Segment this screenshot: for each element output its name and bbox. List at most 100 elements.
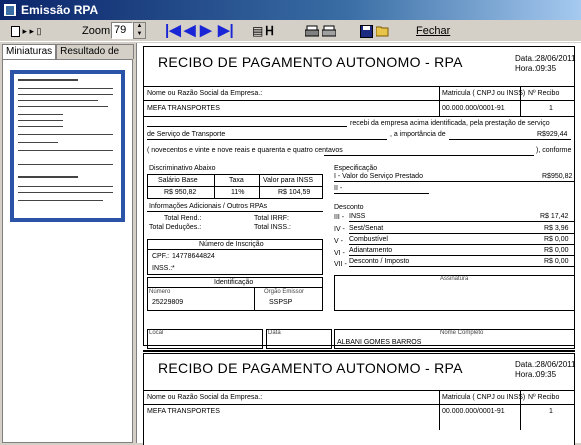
data-label: Data: [268, 330, 281, 336]
zoom-input[interactable]: 79: [111, 22, 133, 39]
page-layout-icon[interactable]: [10, 25, 20, 37]
close-button[interactable]: Fechar: [416, 23, 450, 39]
app-icon: [3, 3, 17, 17]
valor-inss-value: R$ 104,59: [278, 189, 311, 196]
desc-label: Adiantamento: [349, 247, 393, 254]
receipt-number: 1: [549, 105, 553, 112]
total-rend-label: Total Rend.:: [164, 215, 202, 222]
orgao-label: Orgão Emissor: [264, 289, 305, 295]
col-taxa: Taxa: [229, 177, 244, 184]
open-folder-icon[interactable]: [376, 23, 390, 39]
desc-label: INSS: [349, 213, 366, 220]
desc-value: R$ 0,00: [544, 236, 569, 243]
numero-label: Número: [149, 289, 171, 295]
date-value: 28/06/2011: [536, 54, 576, 63]
local-label: Local: [149, 330, 164, 336]
desc-n: IV -: [334, 226, 345, 233]
window-titlebar: Emissão RPA: [0, 0, 581, 20]
next-page-icon[interactable]: ▶: [200, 23, 212, 39]
spec1-label: I - Valor do Serviço Prestado: [334, 173, 423, 180]
desc-n: V -: [334, 238, 343, 245]
company-cnpj: 00.000.000/0001-91: [442, 408, 505, 415]
page-separator: [143, 350, 575, 352]
company-name: MEFA TRANSPORTES: [147, 105, 220, 112]
desc-value: R$ 0,00: [544, 258, 569, 265]
receipt-page: RECIBO DE PAGAMENTO AUTONOMO - RPA Data.…: [143, 353, 575, 445]
total-deducoes-label: Total Deduções.:: [149, 224, 202, 231]
date-label: Data.:: [515, 360, 537, 369]
company-name: MEFA TRANSPORTES: [147, 408, 220, 415]
total-irrf-label: Total IRRF:: [254, 215, 290, 222]
save-icon[interactable]: [360, 23, 373, 39]
desc-label: Sest/Senat: [349, 225, 384, 232]
time-value: 09:35: [536, 370, 557, 379]
desc-label: Desconto / Imposto: [349, 258, 410, 265]
zoom-spinner[interactable]: ▲ ▼: [133, 22, 146, 39]
cpf-value: 14778644824: [172, 253, 215, 260]
last-page-icon[interactable]: ▶|: [218, 23, 234, 39]
thumbnail-pane: Miniaturas Resultado de busca: [0, 43, 134, 443]
thumbnail-list[interactable]: [2, 59, 133, 443]
spec1-value: R$950,82: [542, 173, 573, 180]
inss-label: INSS.:: [152, 265, 173, 272]
desc-value: R$ 3,96: [544, 225, 569, 232]
spin-up-icon[interactable]: ▲: [134, 23, 145, 31]
page-thumbnail[interactable]: [10, 70, 125, 222]
signature-label: Assinatura: [440, 276, 469, 282]
binoculars-icon[interactable]: ᕼ: [265, 23, 274, 39]
received-text: recebi da empresa acima identificada, pe…: [350, 120, 550, 127]
company-cnpj: 00.000.000/0001-91: [442, 105, 505, 112]
receipt-number: 1: [549, 408, 553, 415]
amount-value: R$929,44: [537, 131, 568, 138]
desc-label: Combustível: [349, 236, 388, 243]
col-valor-inss: Valor para INSS: [263, 177, 314, 184]
receipt-title: RECIBO DE PAGAMENTO AUTONOMO - RPA: [158, 54, 463, 70]
time-value: 09:35: [536, 64, 557, 73]
find-icon[interactable]: ▤: [252, 23, 263, 39]
time-label: Hora.:: [515, 370, 537, 379]
previous-page-icon[interactable]: ◀: [184, 23, 196, 39]
receipt-number-header: Nº Recibo: [528, 90, 560, 97]
conforme-text: ), conforme: [536, 147, 572, 154]
page-layout-buttons[interactable]: ▸ ▸ ▯: [4, 23, 48, 39]
tab-resultado-busca[interactable]: Resultado de busca: [56, 44, 134, 70]
discriminative-title: Discriminativo Abaixo: [149, 165, 216, 172]
receipt-page: RECIBO DE PAGAMENTO AUTONOMO - RPA Data.…: [143, 46, 576, 349]
taxa-value: 11%: [231, 189, 245, 196]
info-title: Informações Adicionais / Outros RPAs: [149, 203, 268, 210]
window-title: Emissão RPA: [21, 3, 99, 17]
total-inss-label: Total INSS.:: [254, 224, 291, 231]
document-view[interactable]: RECIBO DE PAGAMENTO AUTONOMO - RPA Data.…: [136, 43, 581, 445]
desc-value: R$ 0,00: [544, 247, 569, 254]
zoom-label: Zoom:: [82, 25, 114, 37]
name-header: Nome ou Razão Social da Empresa.:: [147, 394, 263, 401]
full-name-value: ALBANI GOMES BARROS: [337, 339, 422, 346]
col-salario-base: Salário Base: [158, 177, 198, 184]
tab-miniaturas[interactable]: Miniaturas: [2, 44, 57, 59]
amount-words: ( novecentos e vinte e nove reais e quar…: [147, 147, 343, 154]
amount-text: , a importância de: [390, 131, 446, 138]
name-header: Nome ou Razão Social da Empresa.:: [147, 90, 263, 97]
orgao-value: SSPSP: [269, 299, 293, 306]
desc-value: R$ 17,42: [540, 213, 569, 220]
time-label: Hora.:: [515, 64, 537, 73]
local-box: [147, 329, 263, 349]
cnpj-header: Matricula ( CNPJ ou INSS): [442, 394, 526, 401]
spin-down-icon[interactable]: ▼: [134, 31, 145, 39]
inscription-title: Número de Inscrição: [199, 241, 264, 248]
printer-setup-icon[interactable]: [322, 23, 336, 39]
spec2-label: II -: [334, 185, 343, 192]
desc-n: VII -: [334, 261, 347, 268]
toolbar: ▸ ▸ ▯ Zoom: 79 ▲ ▼ |◀ ◀ ▶ ▶| ▤ ᕼ Fechar: [0, 20, 581, 42]
cpf-label: CPF.:: [152, 253, 170, 260]
first-page-icon[interactable]: |◀: [165, 23, 181, 39]
spec-title: Especificação: [334, 165, 378, 172]
print-icon[interactable]: [305, 23, 319, 39]
desc-title: Desconto: [334, 204, 364, 211]
date-value: 28/06/2011: [536, 360, 576, 369]
two-pages-icon[interactable]: ▸ ▸ ▯: [23, 26, 42, 37]
numero-value: 25229809: [152, 299, 184, 306]
identification-title: Identificação: [214, 279, 254, 286]
inss-value: *: [172, 265, 175, 272]
desc-n: VI -: [334, 250, 345, 257]
